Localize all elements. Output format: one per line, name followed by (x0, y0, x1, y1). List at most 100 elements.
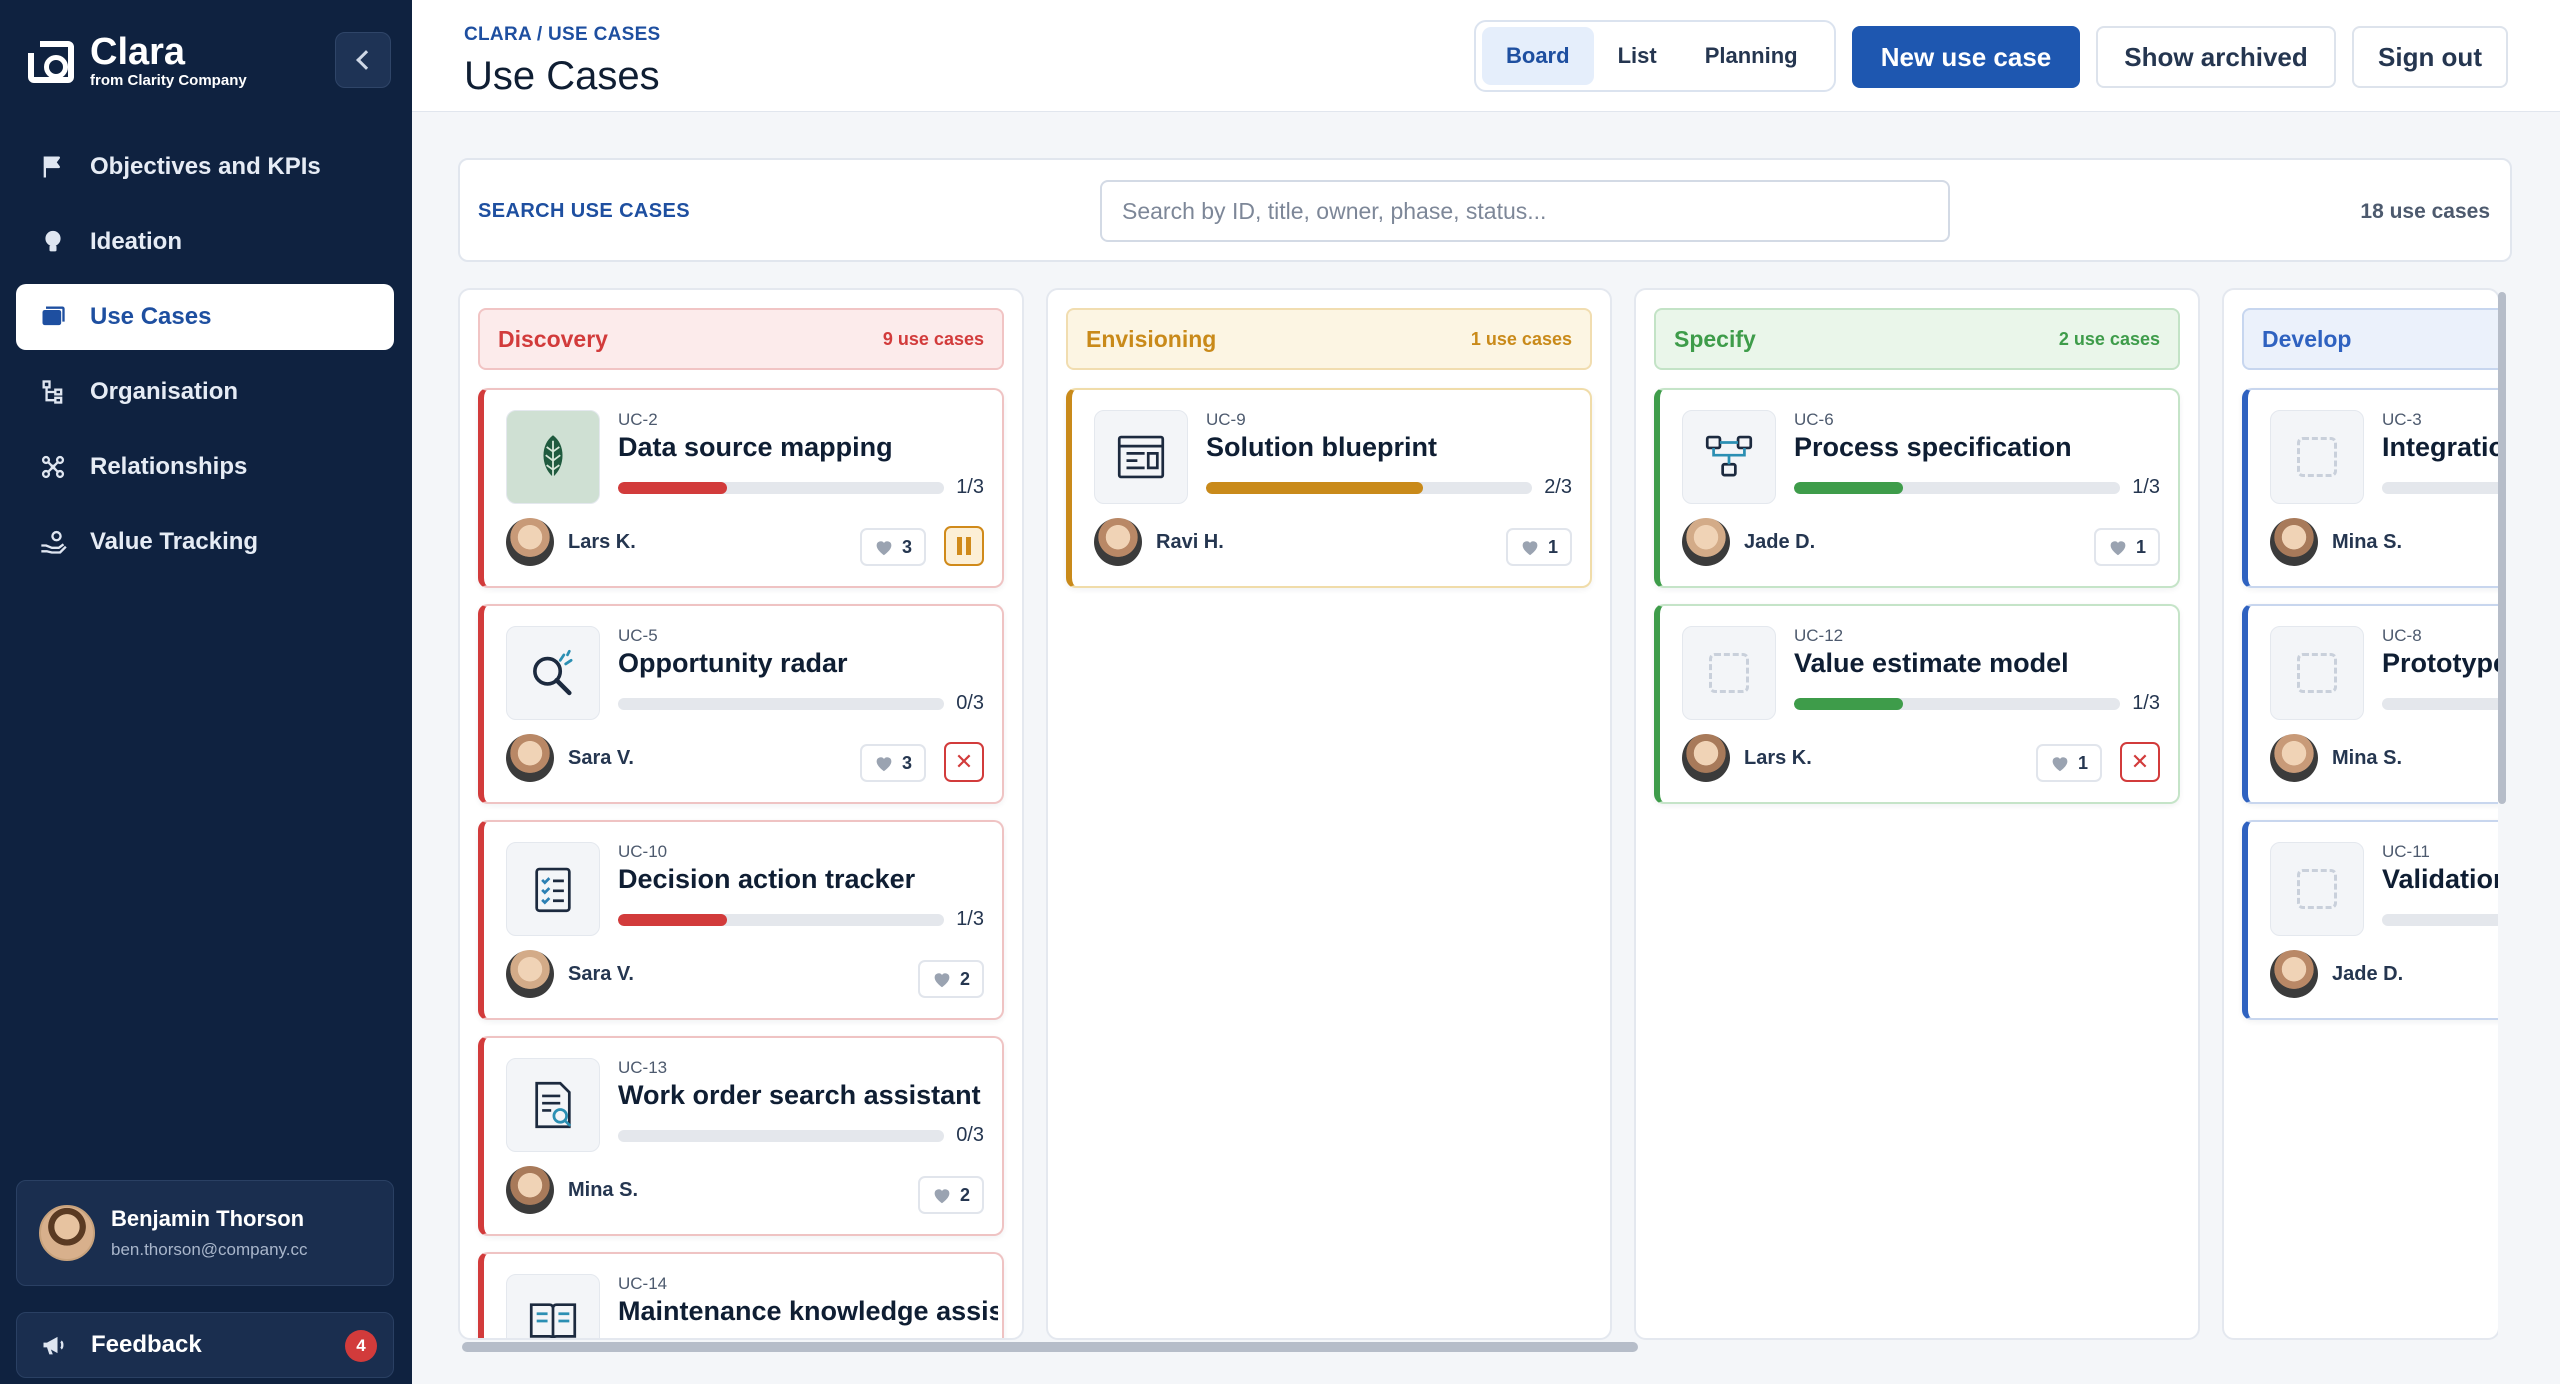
nav-item-ideation[interactable]: Ideation (16, 209, 394, 275)
nav-item-relationships[interactable]: Relationships (16, 434, 394, 500)
use-case-count: 18 use cases (2360, 200, 2490, 223)
use-case-card[interactable]: UC-14Maintenance knowledge assistant0/3 (478, 1252, 1004, 1338)
sign-out-button[interactable]: Sign out (2352, 26, 2508, 88)
search-label: SEARCH USE CASES (478, 200, 690, 222)
nav-item-objectives[interactable]: Objectives and KPIs (16, 134, 394, 200)
card-progress-label: 0/3 (956, 692, 984, 714)
column-discovery: Discovery 9 use cases UC-2 Data source mapp… (458, 288, 1024, 1340)
owner-name: Mina S. (568, 1178, 639, 1201)
card-owner: Ravi H. (1094, 518, 1224, 566)
board-horizontal-scrollbar[interactable] (462, 1342, 1638, 1352)
like-count: 3 (901, 752, 912, 773)
column-header-develop: Develop (2242, 308, 2498, 370)
like-button[interactable]: 1 (2035, 744, 2102, 782)
hierarchy-icon (38, 377, 68, 407)
brand-logo[interactable]: Clara from Clarity Company (26, 33, 247, 89)
show-archived-button[interactable]: Show archived (2096, 26, 2336, 88)
like-count: 1 (2135, 536, 2146, 557)
card-progress-label: 1/3 (2132, 476, 2160, 498)
reject-status-button[interactable]: ✕ (2120, 742, 2160, 782)
user-avatar (39, 1205, 95, 1261)
card-progress-label: 1/3 (956, 476, 984, 498)
search-input[interactable] (1100, 180, 1950, 242)
card-owner: Mina S. (506, 1166, 638, 1214)
leaf-icon (524, 428, 582, 486)
use-case-card[interactable]: UC-2 Data source mapping 1/3 Lars K. 3 (478, 388, 1004, 588)
card-stack-icon (38, 302, 68, 332)
pause-status-button[interactable] (944, 526, 984, 566)
close-icon: ✕ (2130, 749, 2150, 774)
owner-avatar (1682, 518, 1730, 566)
use-case-card[interactable]: UC-9 Solution blueprint 2/3 Ravi H. 1 (1066, 388, 1592, 588)
column-header-envisioning: Envisioning 1 use cases (1066, 308, 1592, 370)
nav-item-value-tracking[interactable]: Value Tracking (16, 509, 394, 575)
tab-planning[interactable]: Planning (1681, 27, 1822, 85)
placeholder-icon (1709, 653, 1749, 693)
column-count: 2 use cases (2058, 328, 2160, 349)
nav-label: Use Cases (90, 303, 212, 330)
nav-label: Organisation (90, 378, 239, 405)
use-case-card[interactable]: UC-11 Validation Jade D. (2242, 820, 2498, 1020)
card-progress-label: 1/3 (956, 908, 984, 930)
view-toggle: Board List Planning (1474, 20, 1836, 92)
card-progress-bar (1206, 482, 1532, 494)
card-id: UC-2 (618, 410, 658, 429)
card-id: UC-3 (2382, 410, 2422, 429)
card-thumbnail (506, 1058, 600, 1152)
card-title: Validation (2382, 864, 2498, 894)
tab-list[interactable]: List (1594, 27, 1681, 85)
feedback-button[interactable]: Feedback 4 (16, 1312, 394, 1378)
megaphone-icon (39, 1330, 69, 1360)
card-progress-label: 1/3 (2132, 692, 2160, 714)
breadcrumb[interactable]: CLARA / USE CASES (464, 24, 661, 46)
owner-avatar (506, 734, 554, 782)
card-id: UC-12 (1794, 626, 1844, 645)
card-progress-bar (2382, 698, 2498, 710)
column-header-specify: Specify 2 use cases (1654, 308, 2180, 370)
card-thumbnail (506, 410, 600, 504)
like-button[interactable]: 2 (917, 1176, 984, 1214)
heart-icon (876, 541, 892, 556)
like-button[interactable]: 1 (1505, 528, 1572, 566)
process-flow-icon (1700, 428, 1758, 486)
like-count: 1 (2077, 752, 2088, 773)
nav-item-use-cases[interactable]: Use Cases (16, 284, 394, 350)
network-icon (38, 452, 68, 482)
reject-status-button[interactable]: ✕ (944, 742, 984, 782)
flag-icon (38, 152, 68, 182)
owner-avatar (2270, 950, 2318, 998)
collapse-sidebar-button[interactable] (335, 32, 391, 88)
card-title: Process specification (1794, 432, 2072, 462)
like-button[interactable]: 3 (859, 528, 926, 566)
user-profile[interactable]: Benjamin Thorson ben.thorson@company.cc (16, 1180, 394, 1286)
use-case-card[interactable]: UC-13 Work order search assistant 0/3 Mina … (478, 1036, 1004, 1236)
like-count: 1 (1547, 536, 1558, 557)
use-case-card[interactable]: UC-8 Prototype Mina S. (2242, 604, 2498, 804)
card-title: Maintenance knowledge assistant (618, 1296, 998, 1326)
card-progress-bar (1794, 698, 2120, 710)
use-case-card[interactable]: UC-12 Value estimate model 1/3 Lars K. 1 ✕ (1654, 604, 2180, 804)
placeholder-icon (2297, 437, 2337, 477)
use-case-card[interactable]: UC-5 Opportunity radar 0/3 Sara V. 3 ✕ (478, 604, 1004, 804)
tab-board[interactable]: Board (1482, 27, 1594, 85)
card-progress-bar (618, 1130, 944, 1142)
use-case-card[interactable]: UC-10 Decision action tracker 1/3 Sara V. 2 (478, 820, 1004, 1020)
card-id: UC-9 (1206, 410, 1246, 429)
use-case-card[interactable]: UC-3 Integration Mina S. (2242, 388, 2498, 588)
like-button[interactable]: 2 (917, 960, 984, 998)
board-vertical-scrollbar[interactable] (2498, 292, 2506, 804)
like-button[interactable]: 1 (2093, 528, 2160, 566)
card-thumbnail (2270, 626, 2364, 720)
use-case-card[interactable]: UC-6 Process specification 1/3 Jade D. 1 (1654, 388, 2180, 588)
like-button[interactable]: 3 (859, 744, 926, 782)
card-thumbnail (2270, 842, 2364, 936)
document-search-icon (524, 1076, 582, 1134)
new-use-case-button[interactable]: New use case (1852, 26, 2080, 88)
nav-item-organisation[interactable]: Organisation (16, 359, 394, 425)
card-title: Solution blueprint (1206, 432, 1437, 462)
heart-icon (876, 757, 892, 772)
card-owner: Mina S. (2270, 518, 2402, 566)
card-title: Work order search assistant (618, 1080, 981, 1110)
card-title: Data source mapping (618, 432, 893, 462)
blueprint-icon (1112, 428, 1170, 486)
